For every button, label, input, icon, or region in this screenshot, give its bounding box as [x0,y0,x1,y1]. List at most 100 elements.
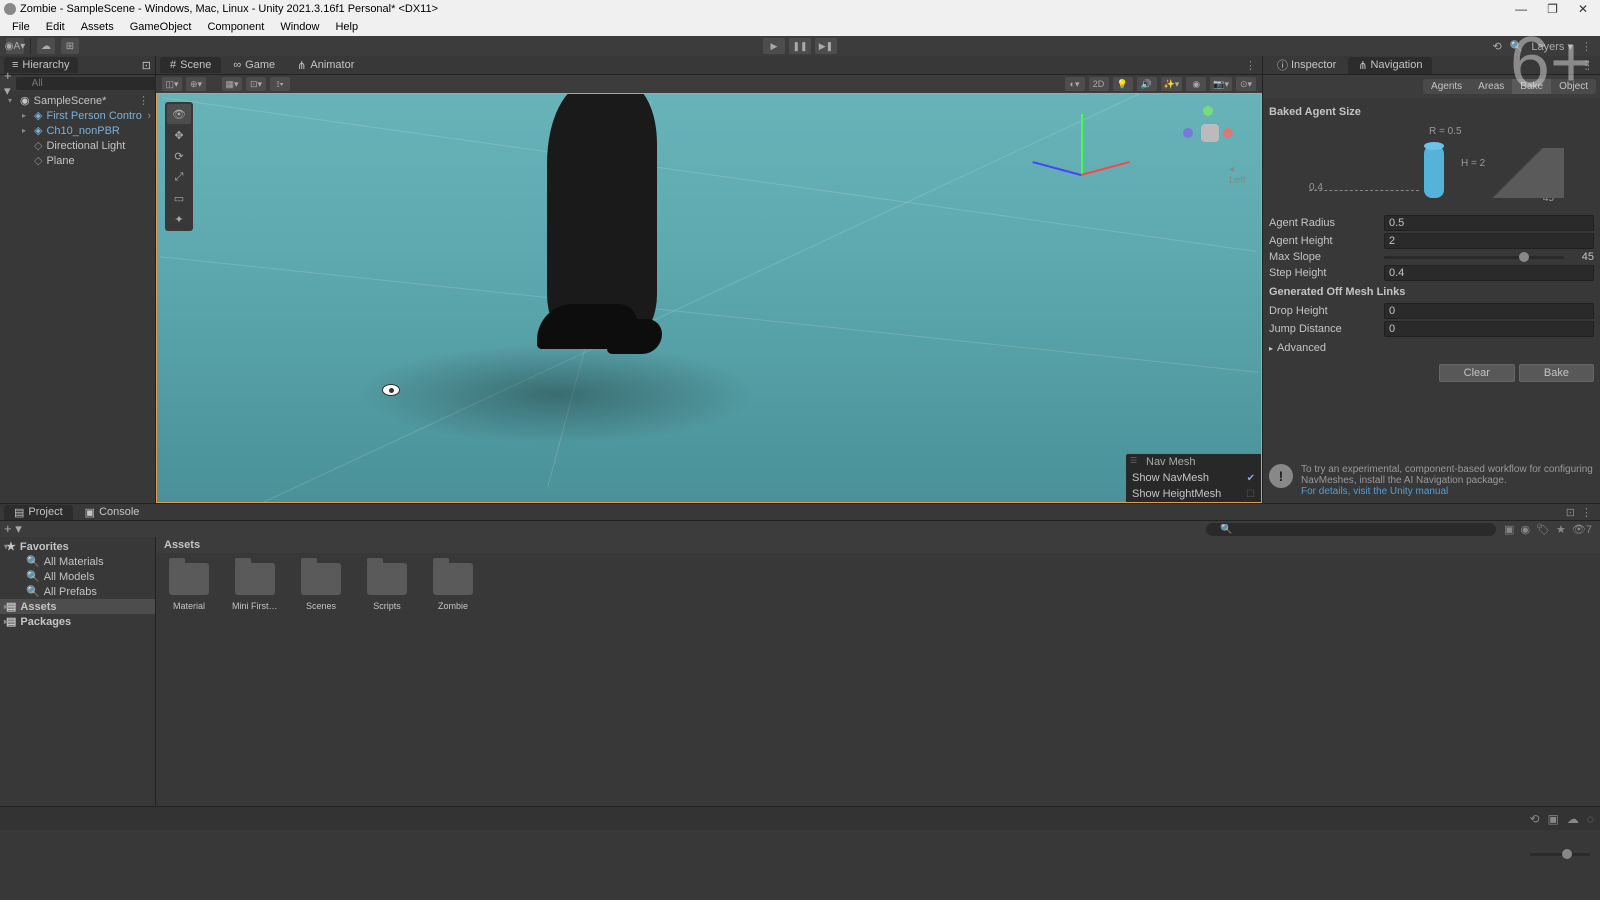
move-tool[interactable]: ✥ [167,125,191,145]
services-icon[interactable]: ⊞ [61,38,79,54]
agent-height-input[interactable] [1384,233,1594,249]
hierarchy-lock-icon[interactable]: ⊡ [142,59,151,72]
hierarchy-item[interactable]: ▸◈ Ch10_nonPBR [0,123,155,138]
undo-history-icon[interactable]: ⟲ [1492,40,1501,53]
subtab-object[interactable]: Object [1551,79,1596,94]
assets-root[interactable]: ▸▤ Assets [0,599,155,614]
menu-assets[interactable]: Assets [73,21,122,33]
tab-inspector[interactable]: ⓘ Inspector [1267,56,1346,75]
project-add-button[interactable]: + ▾ [4,521,22,537]
cloud-icon[interactable]: ☁ [37,38,55,54]
bake-button[interactable]: Bake [1519,364,1594,382]
subtab-bake[interactable]: Bake [1512,79,1551,94]
camera-dropdown[interactable]: 📷▾ [1210,77,1232,91]
menu-window[interactable]: Window [272,21,327,33]
folder-scenes[interactable]: Scenes [298,563,344,611]
thumbnail-size-slider[interactable] [1530,853,1590,856]
fav-all-models[interactable]: 🔍 All Models [0,569,155,584]
packages-root[interactable]: ▸▤ Packages [0,614,155,629]
fav-all-prefabs[interactable]: 🔍 All Prefabs [0,584,155,599]
tab-project[interactable]: ▤ Project [4,505,73,520]
project-menu-icon[interactable]: ⋮ [1581,506,1592,519]
menu-gameobject[interactable]: GameObject [122,21,200,33]
menu-component[interactable]: Component [199,21,272,33]
scene-menu-icon[interactable]: ⋮ [138,94,149,107]
maximize-button[interactable]: ❐ [1547,2,1558,16]
play-button[interactable]: ▶ [763,38,785,54]
folder-zombie[interactable]: Zombie [430,563,476,611]
filter-label-icon[interactable]: 🏷 [1536,523,1550,536]
subtab-areas[interactable]: Areas [1470,79,1512,94]
grid-toggle[interactable]: ▦▾ [222,77,242,91]
hierarchy-item[interactable]: ◇ Plane [0,153,155,168]
project-search-input[interactable] [1206,523,1496,536]
folder-minifirst[interactable]: Mini First P... [232,563,278,611]
menu-file[interactable]: File [4,21,38,33]
hierarchy-item[interactable]: ▸◈ First Person Contro › [0,108,155,123]
hierarchy-tab[interactable]: ≡ Hierarchy [4,57,78,73]
info-link[interactable]: For details, visit the Unity manual [1301,486,1448,497]
hidden-items-badge[interactable]: 👁7 [1572,523,1592,536]
hidden-toggle[interactable]: ◉ [1186,77,1206,91]
snap-increment[interactable]: ⟟▾ [270,77,290,91]
scale-tool[interactable]: ⤢ [167,167,191,187]
favorite-icon[interactable]: ★ [1556,523,1566,536]
hierarchy-item[interactable]: ◇ Directional Light [0,138,155,153]
filter-type-icon[interactable]: ◉ [1520,523,1530,536]
minimize-button[interactable]: — [1515,2,1527,16]
scene-viewport[interactable]: 👁 ✥ ⟳ ⤢ ▭ ✦ ◂ Left Nav Mesh [156,93,1262,503]
folder-material[interactable]: Material [166,563,212,611]
breadcrumb[interactable]: Assets [156,537,1600,553]
rect-tool[interactable]: ▭ [167,188,191,208]
toolbar-menu-icon[interactable]: ⋮ [1581,40,1592,53]
tool-pivot-dropdown[interactable]: ◫▾ [162,77,182,91]
search-icon[interactable]: 🔍 [1510,40,1524,53]
account-dropdown[interactable]: ◉ A ▾ [6,38,24,54]
status-progress-icon[interactable]: ◌ [1587,812,1594,826]
drop-height-input[interactable] [1384,303,1594,319]
filter-icon[interactable]: ▣ [1504,523,1514,536]
favorites-header[interactable]: ▾★ Favorites [0,539,155,554]
rotate-tool[interactable]: ⟳ [167,146,191,166]
tab-console[interactable]: ▣ Console [75,505,150,520]
snap-toggle[interactable]: ⊡▾ [246,77,266,91]
advanced-foldout[interactable]: Advanced [1269,338,1594,358]
max-slope-slider[interactable]: 45 [1384,251,1594,263]
audio-toggle[interactable]: 🔊 [1137,77,1157,91]
pause-button[interactable]: ❚❚ [789,38,811,54]
jump-distance-input[interactable] [1384,321,1594,337]
clear-button[interactable]: Clear [1439,364,1515,382]
fx-toggle[interactable]: ✨▾ [1161,77,1183,91]
project-lock-icon[interactable]: ⊡ [1566,506,1575,519]
tool-handle-dropdown[interactable]: ⊕▾ [186,77,206,91]
hierarchy-menu-icon[interactable]: ⋮ [1583,59,1594,72]
agent-radius-input[interactable] [1384,215,1594,231]
transform-tool[interactable]: ✦ [167,209,191,229]
step-height-input[interactable] [1384,265,1594,281]
layers-dropdown[interactable]: Layers ▾ [1531,40,1573,53]
navmesh-overlay-title[interactable]: Nav Mesh [1126,454,1261,470]
tab-game[interactable]: ∞ Game [223,57,285,73]
show-navmesh-toggle[interactable]: Show NavMesh✔ [1126,470,1261,486]
close-button[interactable]: ✕ [1578,2,1588,16]
menu-edit[interactable]: Edit [38,21,73,33]
menu-help[interactable]: Help [327,21,366,33]
show-heightmesh-toggle[interactable]: Show HeightMesh☐ [1126,486,1261,502]
step-button[interactable]: ▶❚ [815,38,837,54]
draw-mode-dropdown[interactable]: ◐▾ [1065,77,1085,91]
tab-scene[interactable]: # Scene [160,57,221,73]
status-autorefresh-icon[interactable]: ⟲ [1529,812,1539,826]
2d-toggle[interactable]: 2D [1089,77,1109,91]
tab-animator[interactable]: ⋔ Animator [287,57,364,74]
subtab-agents[interactable]: Agents [1423,79,1470,94]
status-compile-icon[interactable]: ▣ [1548,812,1559,826]
folder-scripts[interactable]: Scripts [364,563,410,611]
hierarchy-scene-root[interactable]: ▾ ◉ SampleScene* ⋮ [0,93,155,108]
lighting-toggle[interactable]: 💡 [1113,77,1133,91]
view-tool[interactable]: 👁 [167,104,191,124]
gizmos-dropdown[interactable]: ⊙▾ [1236,77,1256,91]
scene-menu-icon[interactable]: ⋮ [1245,59,1256,72]
tab-navigation[interactable]: ⋔ Navigation [1348,57,1432,74]
status-cache-icon[interactable]: ☁ [1567,812,1579,826]
fav-all-materials[interactable]: 🔍 All Materials [0,554,155,569]
